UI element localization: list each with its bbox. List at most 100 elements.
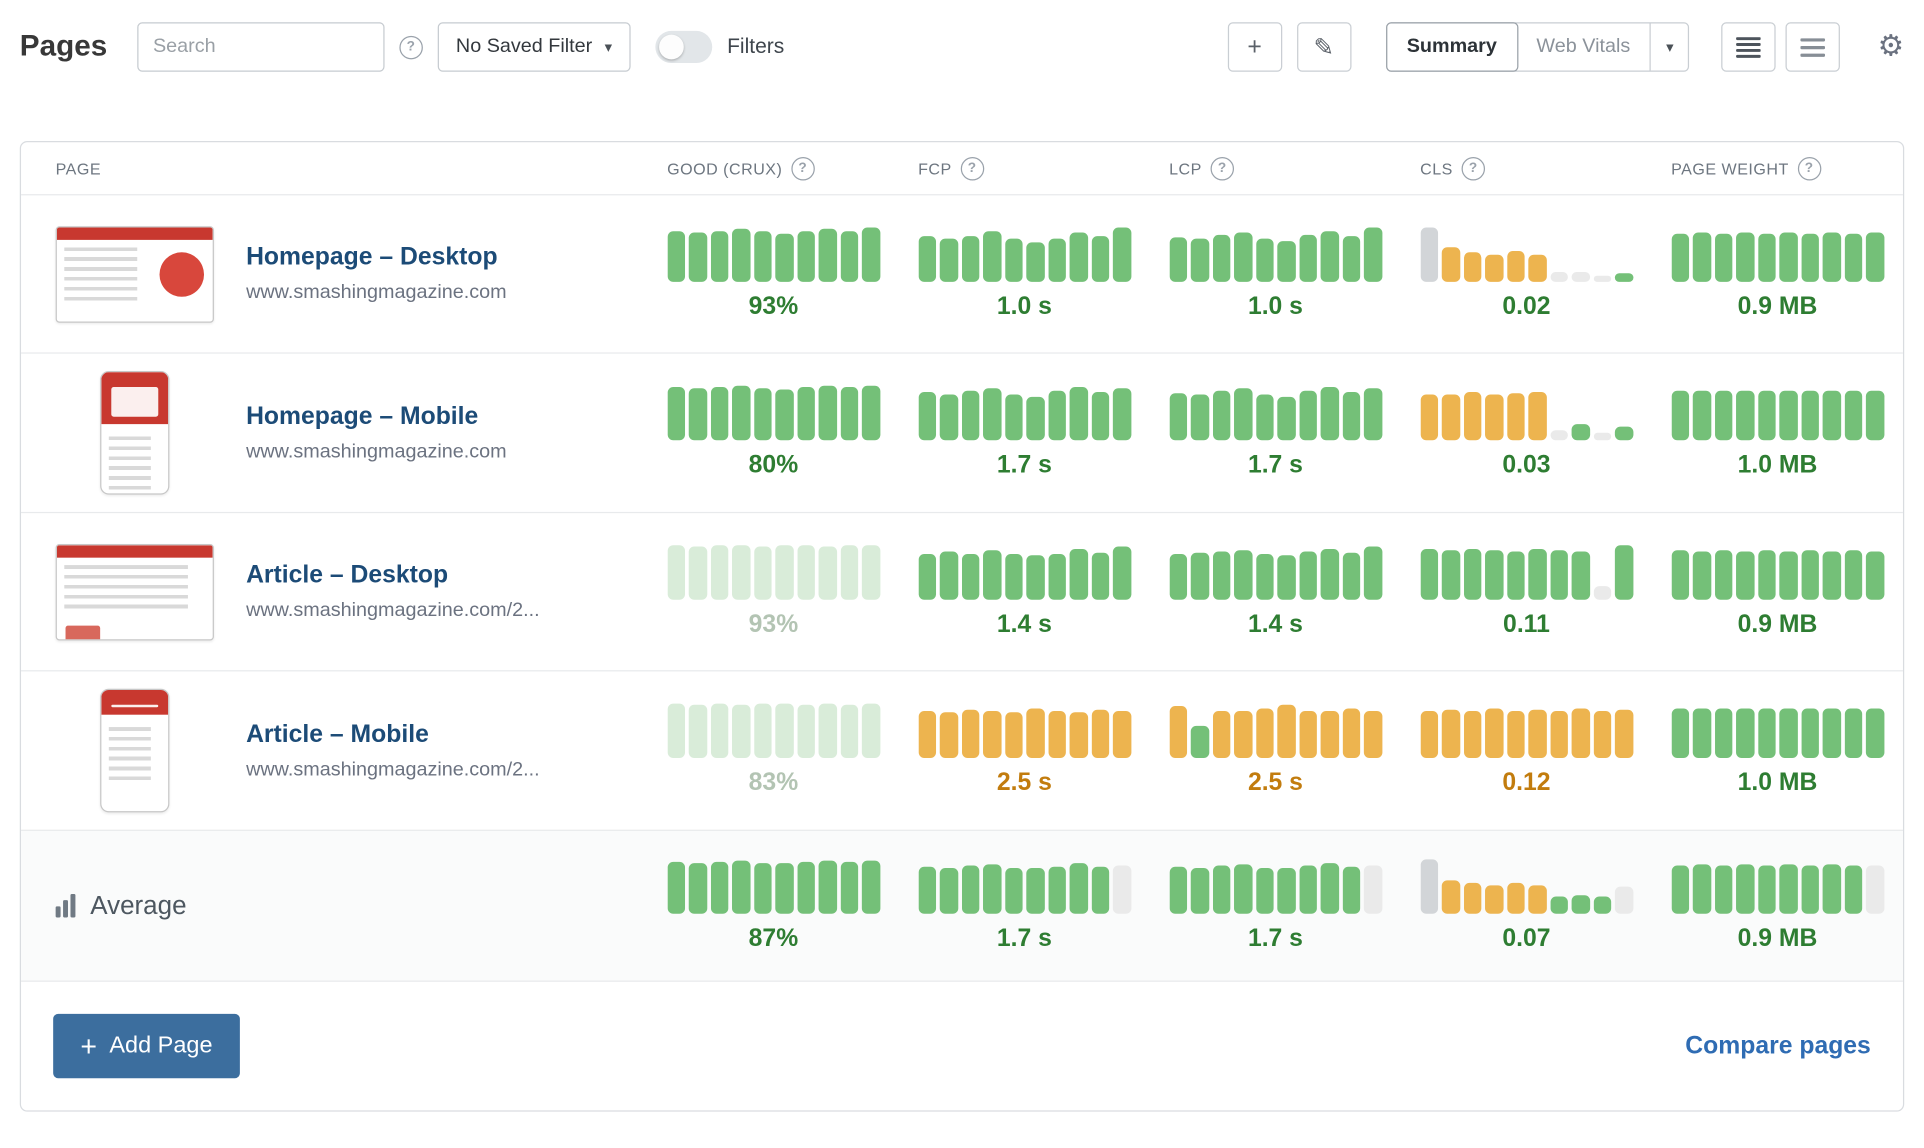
tab-summary-label: Summary	[1407, 36, 1497, 58]
lcp-value: 1.7 s	[1169, 924, 1382, 952]
page-thumbnail[interactable]	[56, 543, 214, 639]
good-sparkline[interactable]	[667, 386, 880, 440]
page-thumbnail[interactable]	[56, 689, 214, 813]
lcp-value: 1.0 s	[1169, 292, 1382, 320]
filters-toggle[interactable]	[655, 31, 712, 63]
lcp-sparkline[interactable]	[1169, 859, 1382, 913]
good-sparkline[interactable]	[667, 859, 880, 913]
tab-summary[interactable]: Summary	[1386, 22, 1518, 71]
fcp-sparkline[interactable]	[918, 545, 1131, 599]
page-url: www.smashingmagazine.com	[246, 282, 507, 304]
compact-view-button[interactable]	[1722, 22, 1776, 71]
fcp-value: 1.7 s	[918, 451, 1131, 479]
tab-web-vitals[interactable]: Web Vitals	[1517, 23, 1650, 70]
lcp-help-icon[interactable]: ?	[1211, 156, 1234, 179]
weight-sparkline[interactable]	[1671, 859, 1884, 913]
lcp-sparkline[interactable]	[1169, 227, 1382, 281]
good-sparkline[interactable]	[667, 227, 880, 281]
fcp-value: 1.0 s	[918, 292, 1131, 320]
lcp-sparkline[interactable]	[1169, 545, 1382, 599]
saved-filter-label: No Saved Filter	[456, 36, 592, 58]
settings-button[interactable]: ⚙	[1878, 32, 1905, 62]
good-sparkline[interactable]	[667, 545, 880, 599]
thumbnail-image	[100, 689, 169, 813]
col-header-weight: PAGE WEIGHT	[1671, 159, 1789, 178]
bar-chart-icon	[56, 894, 76, 917]
page-url: www.smashingmagazine.com	[246, 441, 507, 463]
page-title: Pages	[20, 30, 107, 65]
fcp-value: 2.5 s	[918, 769, 1131, 797]
cls-value: 0.07	[1420, 924, 1633, 952]
search-input[interactable]	[137, 22, 384, 71]
toolbar: Pages ? No Saved Filter ▾ Filters + ✎ Su…	[0, 0, 1924, 74]
lcp-sparkline[interactable]	[1169, 386, 1382, 440]
view-switcher: Summary Web Vitals ▾	[1386, 22, 1690, 71]
cls-sparkline[interactable]	[1420, 859, 1633, 913]
comfortable-view-button[interactable]	[1786, 22, 1840, 71]
filters-label: Filters	[727, 35, 784, 60]
table-header: PAGE GOOD (CRUX)? FCP? LCP? CLS? PAGE WE…	[21, 142, 1903, 194]
list-dense-icon	[1737, 36, 1762, 57]
fcp-sparkline[interactable]	[918, 704, 1131, 758]
gear-icon: ⚙	[1878, 30, 1905, 63]
density-toggle-group	[1722, 22, 1841, 71]
chevron-down-icon: ▾	[1666, 40, 1673, 55]
page-thumbnail[interactable]	[56, 226, 214, 322]
saved-filter-dropdown[interactable]: No Saved Filter ▾	[437, 22, 630, 71]
page-link[interactable]: Homepage – Mobile	[246, 402, 507, 430]
lcp-sparkline[interactable]	[1169, 704, 1382, 758]
weight-sparkline[interactable]	[1671, 386, 1884, 440]
cls-sparkline[interactable]	[1420, 704, 1633, 758]
pencil-icon: ✎	[1313, 32, 1334, 63]
weight-value: 0.9 MB	[1671, 610, 1884, 638]
edit-button[interactable]: ✎	[1297, 22, 1351, 71]
cls-sparkline[interactable]	[1420, 386, 1633, 440]
table-row: Article – Mobile www.smashingmagazine.co…	[21, 670, 1903, 830]
weight-help-icon[interactable]: ?	[1797, 156, 1820, 179]
cls-value: 0.02	[1420, 292, 1633, 320]
page-link[interactable]: Homepage – Desktop	[246, 244, 507, 272]
list-sparse-icon	[1801, 36, 1826, 57]
pages-table: PAGE GOOD (CRUX)? FCP? LCP? CLS? PAGE WE…	[20, 141, 1904, 1112]
plus-icon: +	[1247, 33, 1261, 61]
page-link[interactable]: Article – Mobile	[246, 720, 540, 748]
col-header-page: PAGE	[56, 159, 101, 178]
good-value: 87%	[667, 924, 880, 952]
weight-sparkline[interactable]	[1671, 704, 1884, 758]
weight-value: 0.9 MB	[1671, 924, 1884, 952]
page-link[interactable]: Article – Desktop	[246, 561, 540, 589]
fcp-sparkline[interactable]	[918, 227, 1131, 281]
cls-value: 0.11	[1420, 610, 1633, 638]
lcp-value: 2.5 s	[1169, 769, 1382, 797]
plus-icon: +	[80, 1032, 97, 1060]
thumbnail-image	[56, 543, 214, 639]
fcp-sparkline[interactable]	[918, 859, 1131, 913]
thumbnail-image	[100, 371, 169, 495]
search-help-icon[interactable]: ?	[399, 35, 422, 58]
col-header-lcp: LCP	[1169, 159, 1202, 178]
fcp-sparkline[interactable]	[918, 386, 1131, 440]
table-footer: + Add Page Compare pages	[21, 981, 1903, 1111]
good-value: 83%	[667, 769, 880, 797]
table-row: Article – Desktop www.smashingmagazine.c…	[21, 512, 1903, 670]
col-header-cls: CLS	[1420, 159, 1453, 178]
cls-sparkline[interactable]	[1420, 227, 1633, 281]
add-button[interactable]: +	[1227, 22, 1281, 71]
fcp-help-icon[interactable]: ?	[960, 156, 983, 179]
cls-help-icon[interactable]: ?	[1462, 156, 1485, 179]
weight-sparkline[interactable]	[1671, 227, 1884, 281]
good-sparkline[interactable]	[667, 704, 880, 758]
compare-pages-link[interactable]: Compare pages	[1685, 1032, 1871, 1060]
lcp-value: 1.7 s	[1169, 451, 1382, 479]
page-thumbnail[interactable]	[56, 371, 214, 495]
cls-sparkline[interactable]	[1420, 545, 1633, 599]
toggle-knob	[659, 35, 684, 60]
fcp-value: 1.7 s	[918, 924, 1131, 952]
tab-web-vitals-label: Web Vitals	[1536, 36, 1630, 58]
weight-sparkline[interactable]	[1671, 545, 1884, 599]
good-help-icon[interactable]: ?	[791, 156, 814, 179]
cls-value: 0.12	[1420, 769, 1633, 797]
add-page-button[interactable]: + Add Page	[53, 1014, 240, 1078]
add-page-label: Add Page	[109, 1032, 212, 1059]
view-switcher-dropdown[interactable]: ▾	[1650, 23, 1688, 70]
